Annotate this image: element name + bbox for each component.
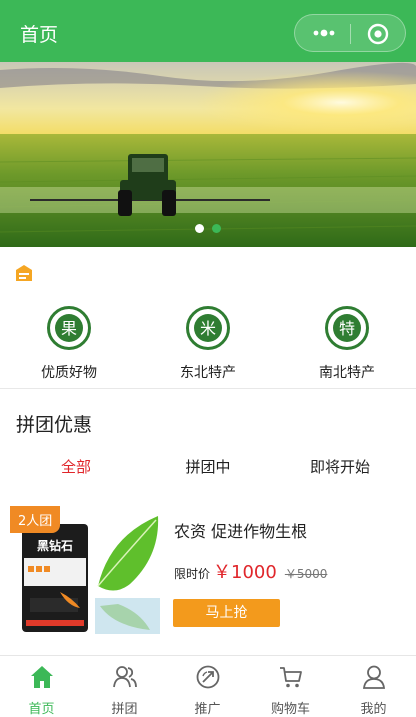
tab-bar-mine[interactable]: 我的	[332, 664, 415, 717]
nav-bar: 首页	[0, 0, 416, 62]
tab-in-progress[interactable]: 拼团中	[139, 456, 277, 477]
cart-icon	[279, 667, 302, 688]
group-tabs: 全部 拼团中 即将开始	[0, 452, 416, 480]
tab-bar-label: 拼团	[111, 702, 138, 717]
price-label: 限时价	[174, 567, 211, 581]
home-icon	[30, 666, 53, 688]
tab-bar-label: 购物车	[270, 702, 310, 717]
tab-all[interactable]: 全部	[7, 456, 145, 477]
category-item-specialty[interactable]: 特 南北特产	[292, 300, 402, 382]
category-label: 东北特产	[180, 365, 236, 381]
product-card[interactable]: 黑钻石 2人团 农资 促进作物生根 限时价 ￥1000 ￥5000 马上抢	[0, 498, 416, 638]
close-icon[interactable]	[365, 21, 391, 47]
carousel-dot[interactable]	[195, 224, 204, 233]
product-image[interactable]: 黑钻石 2人团	[10, 506, 160, 634]
tab-bar-promote[interactable]: 推广	[166, 664, 249, 717]
svg-text:黑钻石: 黑钻石	[37, 538, 73, 553]
category-item-northeast[interactable]: 米 东北特产	[153, 300, 263, 382]
announcement-icon[interactable]	[14, 264, 34, 282]
banner-carousel[interactable]	[0, 62, 416, 247]
tab-bar-home[interactable]: 首页	[0, 664, 83, 717]
category-label: 南北特产	[319, 365, 375, 381]
tab-bar-label: 首页	[28, 702, 55, 717]
original-price: ￥5000	[284, 567, 328, 581]
carousel-dot-active[interactable]	[212, 224, 221, 233]
carousel-indicator	[0, 218, 416, 237]
group-size-badge: 2人团	[10, 506, 61, 533]
tab-upcoming[interactable]: 即将开始	[271, 456, 409, 477]
promote-icon	[196, 665, 219, 689]
user-icon	[362, 665, 385, 689]
fruit-badge-icon: 果	[47, 306, 91, 350]
tab-bar-label: 我的	[360, 702, 387, 717]
buy-now-button[interactable]: 马上抢	[173, 599, 280, 627]
category-grid: 果 优质好物 米 东北特产 特 南北特产	[0, 300, 416, 386]
svg-text:果: 果	[61, 319, 77, 338]
tab-bar-group[interactable]: 拼团	[83, 664, 166, 717]
page-title: 首页	[20, 24, 59, 46]
category-label: 优质好物	[41, 365, 97, 381]
svg-text:特: 特	[339, 319, 355, 338]
tab-bar-label: 推广	[194, 702, 221, 717]
price-row: 限时价 ￥1000 ￥5000	[174, 558, 327, 584]
svg-text:米: 米	[200, 319, 216, 338]
specialty-badge-icon: 特	[325, 306, 369, 350]
rice-badge-icon: 米	[186, 306, 230, 350]
section-divider	[0, 388, 416, 389]
tab-bar-cart[interactable]: 购物车	[249, 664, 332, 717]
tab-bar: 首页 拼团 推广 购物车 我的	[0, 655, 416, 717]
mini-program-capsule	[294, 14, 406, 52]
product-name[interactable]: 农资 促进作物生根	[174, 518, 307, 542]
current-price: ￥1000	[213, 562, 277, 583]
more-icon[interactable]	[307, 19, 341, 47]
category-item-quality[interactable]: 果 优质好物	[14, 300, 124, 382]
group-icon	[112, 666, 137, 688]
capsule-divider	[350, 24, 351, 44]
section-title: 拼团优惠	[16, 414, 93, 436]
